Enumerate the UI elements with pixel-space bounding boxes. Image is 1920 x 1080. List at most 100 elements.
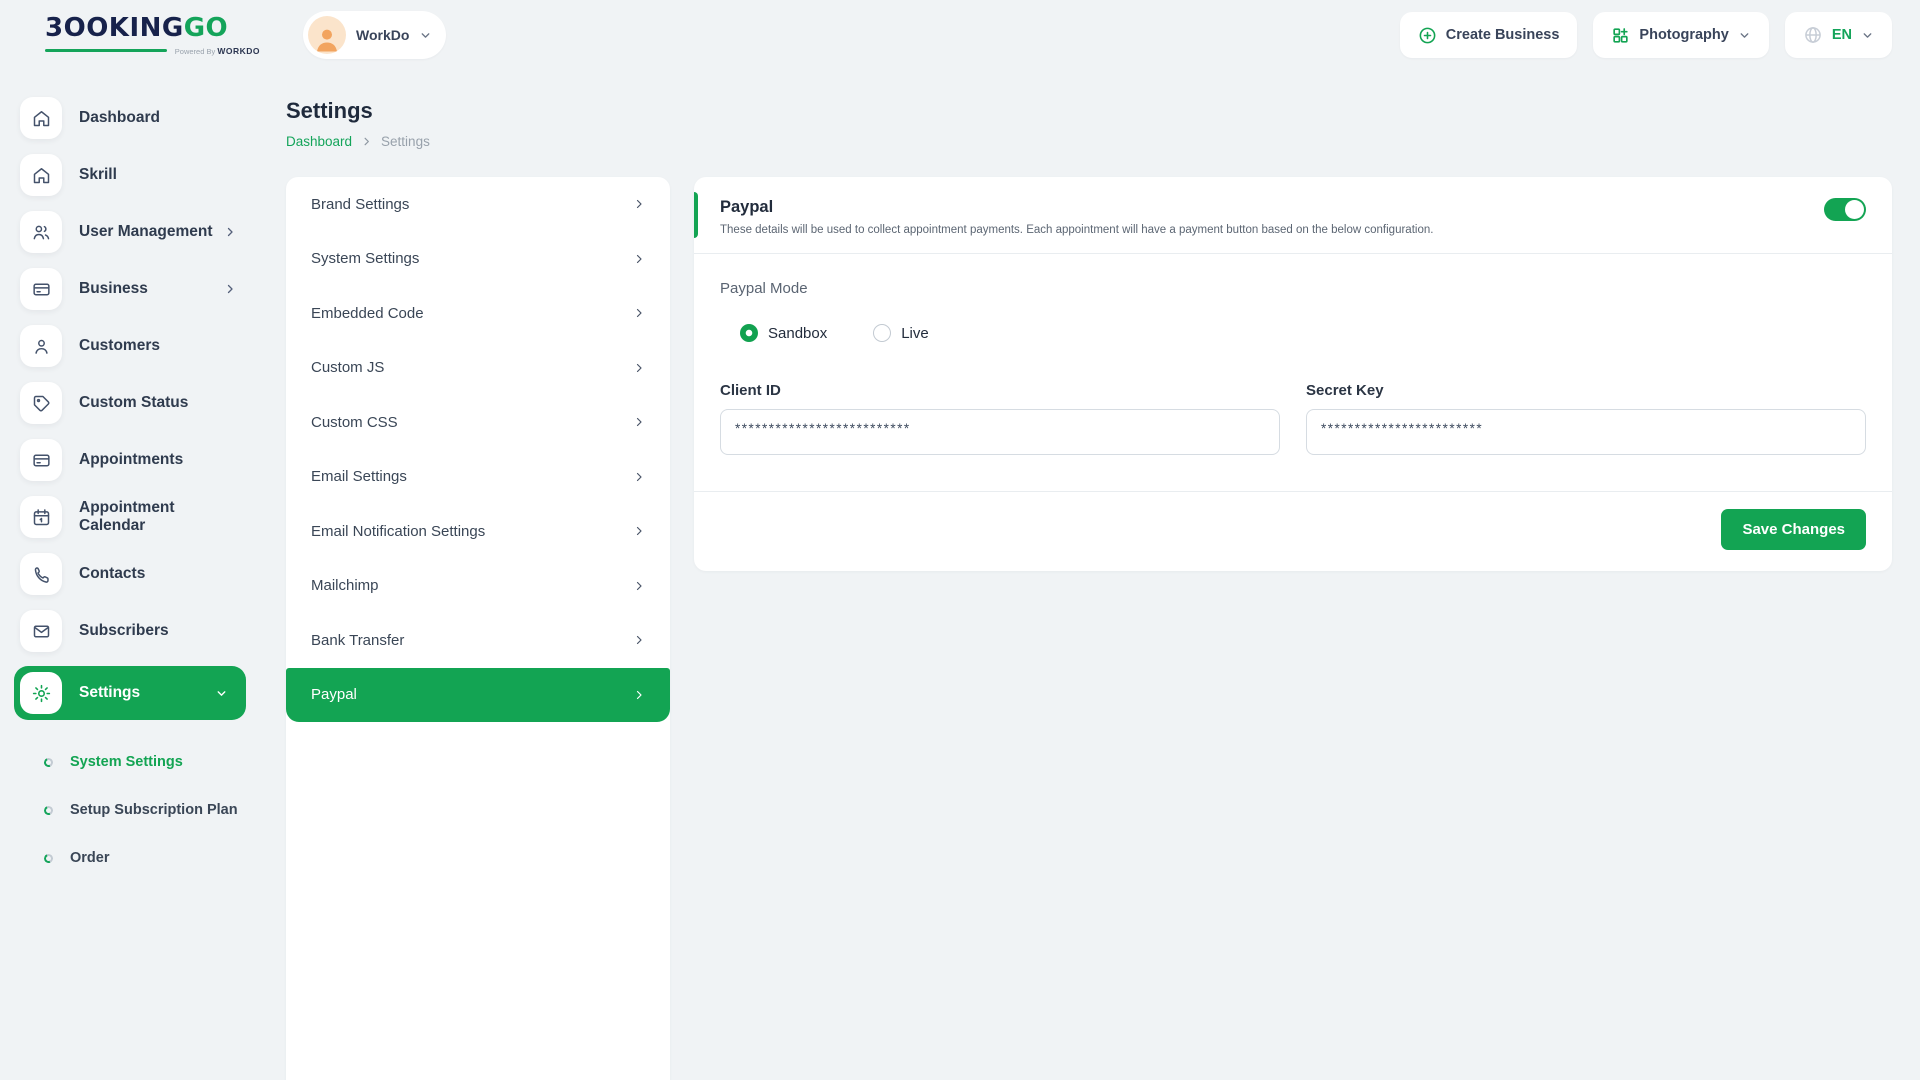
settings-menu-brand-settings[interactable]: Brand Settings — [286, 177, 670, 232]
paypal-settings-panel: Paypal These details will be used to col… — [694, 177, 1892, 571]
sidebar-item-customers[interactable]: Customers — [20, 324, 262, 368]
secret-key-label: Secret Key — [1306, 382, 1866, 399]
mail-icon — [20, 610, 62, 652]
client-id-input[interactable] — [720, 409, 1280, 455]
workspace-switcher[interactable]: WorkDo — [303, 11, 446, 59]
workspace-name: WorkDo — [356, 27, 409, 43]
settings-menu-bank-transfer[interactable]: Bank Transfer — [286, 613, 670, 668]
chevron-right-icon — [633, 580, 645, 592]
settings-menu-custom-css[interactable]: Custom CSS — [286, 395, 670, 450]
settings-menu-system-settings[interactable]: System Settings — [286, 232, 670, 287]
chevron-right-icon — [633, 634, 645, 646]
paypal-enabled-toggle[interactable] — [1824, 198, 1866, 221]
tag-icon — [20, 382, 62, 424]
settings-menu-custom-js[interactable]: Custom JS — [286, 341, 670, 396]
sidebar-item-dashboard[interactable]: Dashboard — [20, 96, 262, 140]
breadcrumb-dashboard-link[interactable]: Dashboard — [286, 134, 352, 149]
paypal-panel-body: Paypal Mode Sandbox Live Cli — [694, 254, 1892, 455]
paypal-title: Paypal — [720, 198, 1866, 217]
logo-primary-text: 3OOKING — [45, 13, 184, 43]
sidebar-item-user-management[interactable]: User Management — [20, 210, 262, 254]
paypal-panel-footer: Save Changes — [694, 491, 1892, 571]
users-icon — [20, 211, 62, 253]
sidebar-item-settings[interactable]: Settings — [14, 666, 246, 720]
app-logo[interactable]: 3OOKINGGO Powered By WORKDO — [45, 15, 260, 56]
save-changes-button[interactable]: Save Changes — [1721, 509, 1866, 550]
chevron-right-icon — [633, 307, 645, 319]
chevron-right-icon — [633, 362, 645, 374]
settings-menu-embedded-code[interactable]: Embedded Code — [286, 286, 670, 341]
topbar-actions: Create Business Photography EN — [1400, 12, 1892, 58]
gear-icon — [20, 672, 62, 714]
subnav-item-system-settings[interactable]: System Settings — [44, 738, 262, 786]
subnav-item-setup-subscription-plan[interactable]: Setup Subscription Plan — [44, 786, 262, 834]
logo-underline — [45, 49, 167, 52]
settings-subnav: System Settings Setup Subscription Plan … — [20, 732, 262, 882]
radio-option-live[interactable]: Live — [873, 324, 929, 342]
chevron-right-icon — [633, 198, 645, 210]
settings-menu-email-notification-settings[interactable]: Email Notification Settings — [286, 504, 670, 559]
workspace-avatar — [308, 16, 346, 54]
plus-circle-icon — [1418, 26, 1437, 45]
settings-menu-email-settings[interactable]: Email Settings — [286, 450, 670, 505]
calendar-icon — [20, 496, 62, 538]
main-content: Settings Dashboard Settings Brand Settin… — [262, 70, 1920, 1080]
phone-icon — [20, 553, 62, 595]
create-business-label: Create Business — [1446, 27, 1560, 43]
chevron-right-icon — [633, 471, 645, 483]
chevron-right-icon — [224, 226, 236, 238]
paypal-mode-radio-group: Sandbox Live — [740, 324, 1866, 342]
chevron-down-icon — [1738, 29, 1751, 42]
secret-key-input[interactable] — [1306, 409, 1866, 455]
bullet-icon — [43, 852, 55, 864]
language-label: EN — [1832, 27, 1852, 43]
breadcrumb-current: Settings — [381, 134, 430, 149]
sidebar-item-custom-status[interactable]: Custom Status — [20, 381, 262, 425]
sidebar-item-skrill[interactable]: Skrill — [20, 153, 262, 197]
radio-option-sandbox[interactable]: Sandbox — [740, 324, 827, 342]
chevron-right-icon — [633, 689, 645, 701]
sidebar-nav: Dashboard Skrill User Management Busines… — [0, 70, 262, 882]
subnav-item-order[interactable]: Order — [44, 834, 262, 882]
grid-plus-icon — [1611, 26, 1630, 45]
globe-icon — [1803, 25, 1823, 45]
bullet-icon — [43, 804, 55, 816]
credential-fields: Client ID Secret Key — [720, 382, 1866, 455]
client-id-label: Client ID — [720, 382, 1280, 399]
paypal-mode-label: Paypal Mode — [720, 280, 1866, 297]
sidebar-item-appointment-calendar[interactable]: Appointment Calendar — [20, 495, 262, 539]
breadcrumb: Dashboard Settings — [286, 134, 1892, 149]
secret-key-field-group: Secret Key — [1306, 382, 1866, 455]
toggle-knob — [1845, 200, 1864, 219]
bullet-icon — [43, 756, 55, 768]
sidebar-item-appointments[interactable]: Appointments — [20, 438, 262, 482]
chevron-right-icon — [633, 253, 645, 265]
paypal-description: These details will be used to collect ap… — [720, 224, 1866, 236]
client-id-field-group: Client ID — [720, 382, 1280, 455]
chevron-right-icon — [633, 525, 645, 537]
accent-bar — [694, 192, 698, 238]
user-icon — [20, 325, 62, 367]
settings-menu-paypal[interactable]: Paypal — [286, 668, 670, 723]
sidebar-item-business[interactable]: Business — [20, 267, 262, 311]
business-type-label: Photography — [1639, 27, 1728, 43]
settings-menu-card: Brand Settings System Settings Embedded … — [286, 177, 670, 1080]
home-icon — [20, 97, 62, 139]
sidebar-item-contacts[interactable]: Contacts — [20, 552, 262, 596]
logo-wordmark: 3OOKINGGO — [45, 15, 260, 41]
logo-tagline: Powered By WORKDO — [45, 46, 260, 56]
language-dropdown[interactable]: EN — [1785, 12, 1892, 58]
business-type-dropdown[interactable]: Photography — [1593, 12, 1768, 58]
sidebar-item-subscribers[interactable]: Subscribers — [20, 609, 262, 653]
top-header: 3OOKINGGO Powered By WORKDO WorkDo Creat… — [0, 0, 1920, 70]
chevron-down-icon — [215, 687, 228, 700]
chevron-right-icon — [633, 416, 645, 428]
create-business-button[interactable]: Create Business — [1400, 12, 1578, 58]
page-title: Settings — [286, 98, 1892, 124]
chevron-right-icon — [224, 283, 236, 295]
person-icon — [312, 24, 342, 54]
settings-menu-mailchimp[interactable]: Mailchimp — [286, 559, 670, 614]
credit-card-icon — [20, 268, 62, 310]
credit-card-icon — [20, 439, 62, 481]
radio-checked-icon — [740, 324, 758, 342]
